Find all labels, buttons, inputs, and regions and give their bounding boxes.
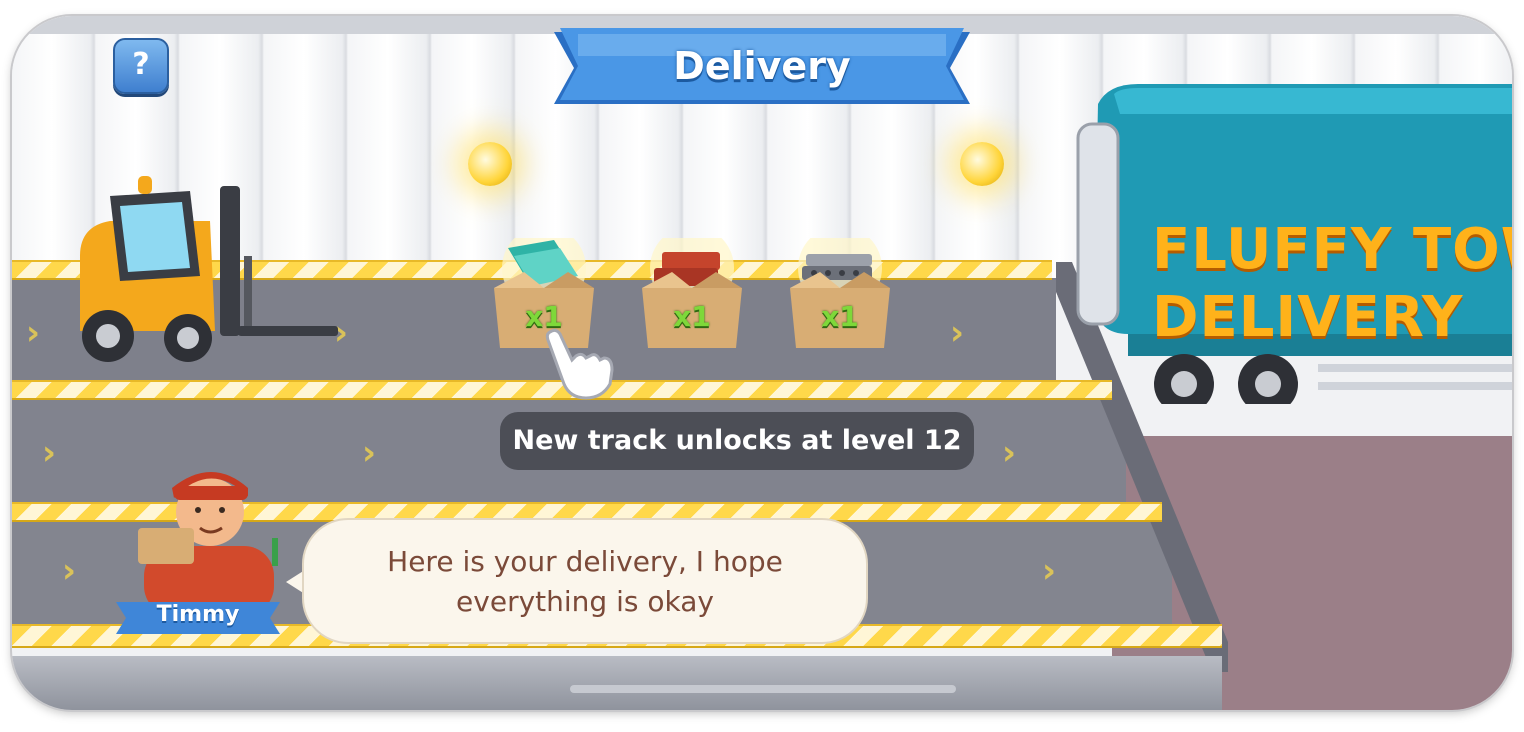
courier-avatar <box>138 472 278 616</box>
lamp-icon <box>468 142 512 186</box>
game-screen: › › › › › › › › ? Delivery x1 x1 x1 New … <box>12 16 1512 710</box>
question-mark-icon: ? <box>132 47 150 82</box>
level-lock-notice: New track unlocks at level 12 <box>500 412 974 470</box>
conveyor-base <box>12 656 1222 710</box>
delivery-box-2[interactable]: x1 <box>632 226 752 348</box>
pointing-hand-icon <box>545 328 614 400</box>
help-button[interactable]: ? <box>113 38 169 94</box>
speech-text: Here is your delivery, I hope everything… <box>387 545 783 618</box>
speech-bubble[interactable]: Here is your delivery, I hope everything… <box>302 518 868 644</box>
quantity-label: x1 <box>673 300 711 333</box>
chevron-right-icon: › <box>1002 433 1017 473</box>
page-title: Delivery <box>673 44 851 88</box>
chevron-right-icon: › <box>42 433 57 473</box>
delivery-box-3[interactable]: x1 <box>780 226 900 348</box>
chevron-right-icon: › <box>362 433 377 473</box>
chevron-right-icon: › <box>950 313 965 353</box>
chevron-right-icon: › <box>62 551 77 591</box>
character-nameplate: Timmy <box>116 598 280 636</box>
truck-sign-line1: FLUFFY TOW <box>1152 217 1512 282</box>
chevron-right-icon: › <box>26 313 41 353</box>
title-banner: Delivery <box>554 26 970 110</box>
quantity-label: x1 <box>821 300 859 333</box>
truck-sign-line2: DELIVERY <box>1152 285 1464 350</box>
lamp-icon <box>960 142 1004 186</box>
forklift-icon <box>80 176 338 362</box>
character-name: Timmy <box>156 602 240 627</box>
chevron-right-icon: › <box>1042 551 1057 591</box>
scroll-indicator[interactable] <box>570 685 956 693</box>
truck-sign: FLUFFY TOW DELIVERY <box>1152 216 1512 352</box>
